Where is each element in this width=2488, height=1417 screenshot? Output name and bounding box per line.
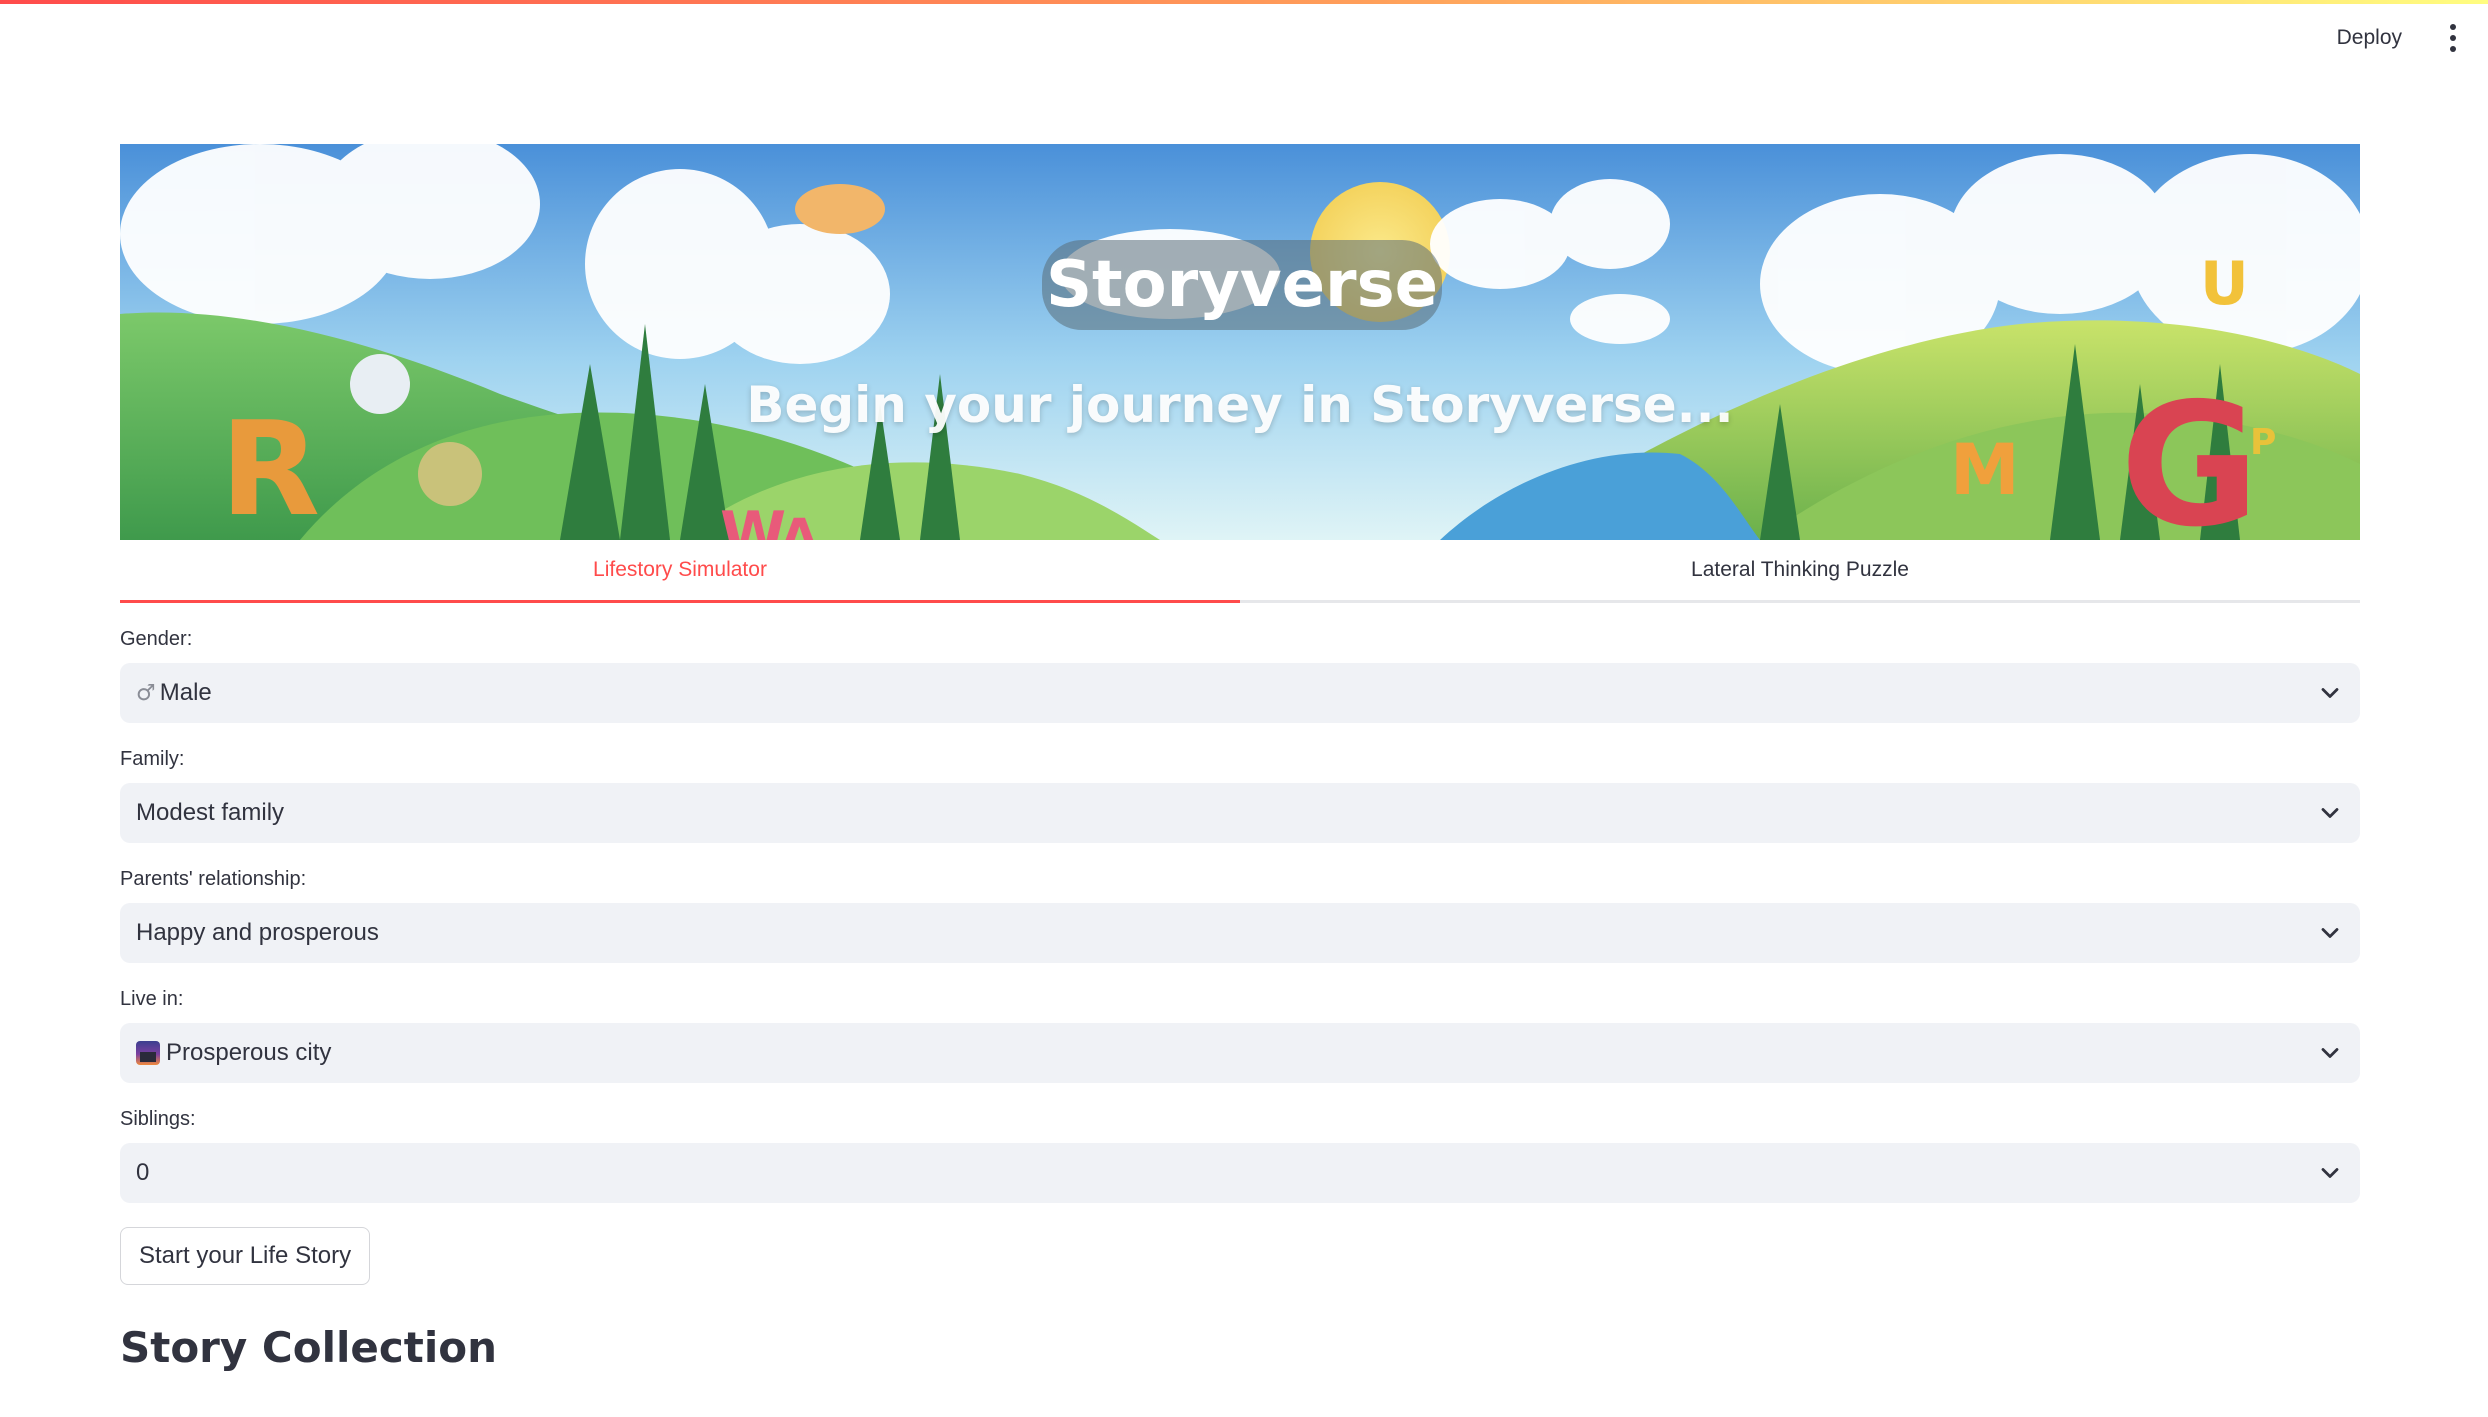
tab-lateral-thinking-puzzle[interactable]: Lateral Thinking Puzzle xyxy=(1240,540,2360,600)
family-label: Family: xyxy=(120,748,185,770)
siblings-label: Siblings: xyxy=(120,1108,196,1130)
gender-value: ♂ Male xyxy=(136,679,212,707)
banner-subtitle: Begin your journey in Storyverse... xyxy=(746,376,1734,434)
chevron-down-icon xyxy=(2321,808,2339,818)
parents-relationship-value: Happy and prosperous xyxy=(136,919,379,946)
svg-text:W: W xyxy=(720,499,786,540)
tab-lifestory-simulator[interactable]: Lifestory Simulator xyxy=(120,540,1240,603)
live-in-field: Live in: Prosperous city xyxy=(120,987,2360,1083)
svg-text:A: A xyxy=(780,508,819,540)
app-header-actions: Deploy xyxy=(2327,18,2468,58)
chevron-down-icon xyxy=(2321,688,2339,698)
top-decoration-stripe xyxy=(0,0,2488,4)
family-select[interactable]: Modest family xyxy=(120,783,2360,843)
siblings-field: Siblings: 0 xyxy=(120,1107,2360,1203)
live-in-select[interactable]: Prosperous city xyxy=(120,1023,2360,1083)
hero-banner: R G U M P W A Storyverse Begin your jour… xyxy=(120,144,2360,540)
siblings-select[interactable]: 0 xyxy=(120,1143,2360,1203)
tab-bar: Lifestory Simulator Lateral Thinking Puz… xyxy=(120,540,2360,603)
main-content: R G U M P W A Storyverse Begin your jour… xyxy=(120,144,2360,1372)
parents-relationship-select[interactable]: Happy and prosperous xyxy=(120,903,2360,963)
banner-landscape-illustration: R G U M P W A xyxy=(120,144,2360,540)
family-value: Modest family xyxy=(136,799,285,826)
start-life-story-button[interactable]: Start your Life Story xyxy=(120,1227,371,1285)
chevron-down-icon xyxy=(2321,1048,2339,1058)
city-sunset-icon xyxy=(136,1041,160,1065)
banner-title: Storyverse xyxy=(1045,248,1439,322)
live-in-label: Live in: xyxy=(120,988,184,1010)
family-field: Family: Modest family xyxy=(120,747,2360,843)
story-collection-heading: Story Collection xyxy=(120,1323,497,1372)
parents-relationship-label: Parents' relationship: xyxy=(120,868,307,890)
gender-label: Gender: xyxy=(120,628,193,650)
svg-text:U: U xyxy=(2200,249,2249,319)
gender-field: Gender: ♂ Male xyxy=(120,627,2360,723)
live-in-value-text: Prosperous city xyxy=(166,1039,332,1066)
gender-value-text: Male xyxy=(159,679,212,706)
siblings-value: 0 xyxy=(136,1159,150,1186)
chevron-down-icon xyxy=(2321,928,2339,938)
deploy-button[interactable]: Deploy xyxy=(2327,18,2412,58)
chevron-down-icon xyxy=(2321,1168,2339,1178)
gender-select[interactable]: ♂ Male xyxy=(120,663,2360,723)
live-in-value: Prosperous city xyxy=(136,1039,331,1067)
banner-title-pill: Storyverse xyxy=(1042,240,1442,330)
parents-relationship-field: Parents' relationship: Happy and prosper… xyxy=(120,867,2360,963)
male-symbol-icon: ♂ xyxy=(136,680,156,706)
kebab-menu-icon[interactable] xyxy=(2438,18,2468,58)
svg-text:M: M xyxy=(1950,429,2020,511)
